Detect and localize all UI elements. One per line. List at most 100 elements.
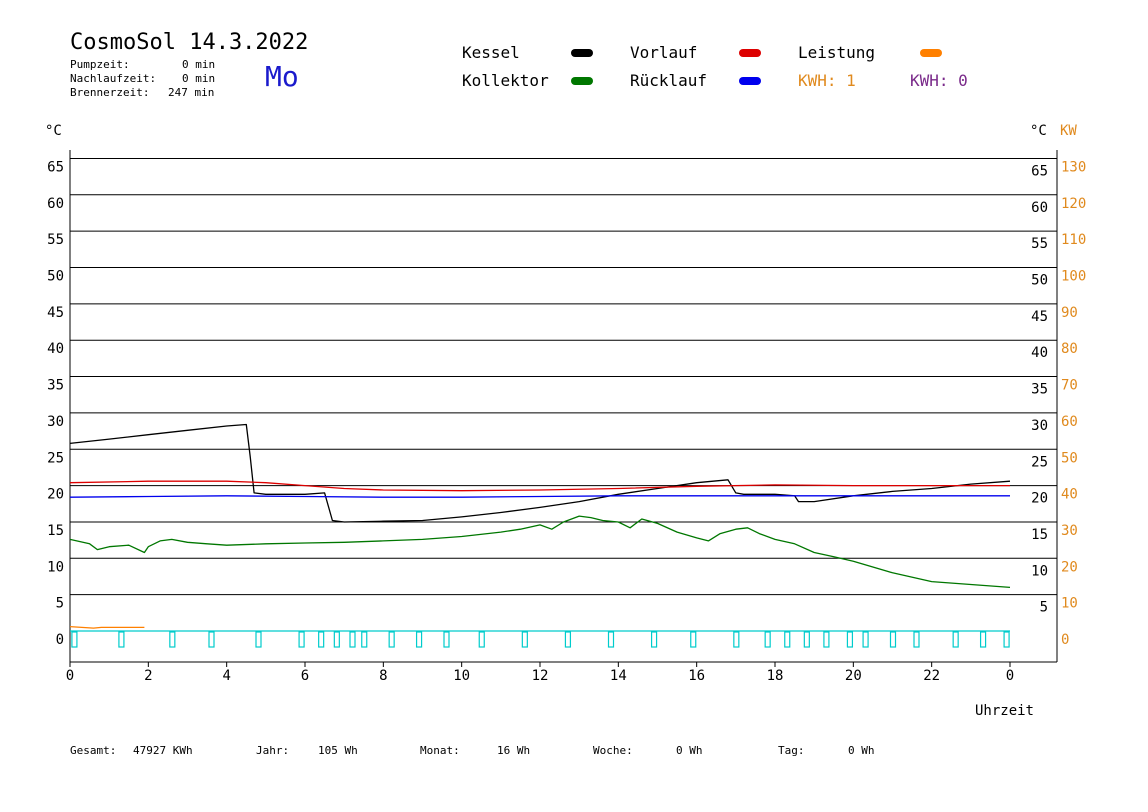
y-tick-label-left: 5 [56,596,64,612]
x-tick-label: 4 [222,668,230,684]
y-tick-label-right-kw: 0 [1061,632,1069,648]
pump-marker [979,631,987,648]
pump-marker [318,631,325,648]
y-axis-unit-right-c: °C [1030,123,1047,139]
x-tick-label: 22 [923,668,940,684]
y-tick-label-right-c: 65 [1031,163,1048,179]
footer-jahr-label: Jahr: [256,744,290,757]
pump-marker [889,631,897,648]
series-line-kessel [69,423,1011,523]
y-tick-label-right-c: 15 [1031,527,1048,543]
weekday-label: Mo [265,60,299,93]
pumpzeit-value: 0 min [182,58,216,71]
brennerzeit-value: 247 min [168,86,215,99]
pump-marker [71,631,78,648]
brennerzeit-label: Brennerzeit: [70,86,150,99]
footer-gesamt-label: Gesamt: [70,744,117,757]
y-tick-label-left: 0 [56,632,64,648]
x-tick-label: 14 [610,668,627,684]
y-tick-label-right-c: 10 [1031,563,1048,579]
footer-monat-label: Monat: [420,744,460,757]
x-tick-label: 6 [301,668,309,684]
y-tick-label-right-kw: 60 [1061,414,1078,430]
footer-woche-label: Woche: [593,744,633,757]
pump-marker [607,631,615,648]
y-tick-label-left: 45 [47,305,64,321]
footer-tag-label: Tag: [778,744,805,757]
nachlaufzeit-label: Nachlaufzeit: [70,72,157,85]
pump-marker [361,631,368,648]
y-tick-label-left: 65 [47,159,64,175]
footer-monat-value: 16 Wh [497,744,531,757]
y-tick-label-right-c: 50 [1031,273,1048,289]
pump-marker [803,631,810,648]
pump-marker [564,631,572,648]
footer-tag-value: 0 Wh [848,744,875,757]
pump-marker [862,631,869,648]
y-tick-label-right-c: 55 [1031,236,1048,252]
pump-marker [478,631,485,648]
pump-marker [388,631,395,648]
legend-leistung-label: Leistung [798,43,876,62]
legend-vorlauf-swatch [739,49,761,57]
footer-woche-value: 0 Wh [676,744,703,757]
pump-marker [952,631,959,648]
y-tick-label-right-kw: 40 [1061,487,1078,503]
x-tick-label: 12 [532,668,549,684]
x-tick-label: 16 [688,668,705,684]
y-tick-label-left: 35 [47,378,64,394]
legend-kwh-orange: KWH: 1 [798,71,856,90]
pump-marker [823,631,830,648]
x-tick-label: 2 [144,668,152,684]
pump-marker [255,631,262,648]
pump-marker [298,631,305,648]
y-tick-label-right-kw: 110 [1061,232,1086,248]
y-tick-label-left: 25 [47,450,64,466]
pump-marker [650,631,658,648]
legend-kollektor-swatch [571,77,593,85]
pump-marker [690,631,697,648]
x-tick-label: 0 [1006,668,1014,684]
y-tick-label-right-kw: 120 [1061,196,1086,212]
legend-ruecklauf-swatch [739,77,761,85]
pump-marker [913,631,920,648]
y-tick-label-right-kw: 10 [1061,596,1078,612]
y-tick-label-right-c: 60 [1031,200,1048,216]
y-tick-label-right-c: 25 [1031,454,1048,470]
pump-marker [333,631,340,648]
y-tick-label-right-kw: 70 [1061,378,1078,394]
page-title: CosmoSol 14.3.2022 [70,30,309,55]
y-tick-label-right-kw: 20 [1061,559,1078,575]
pump-marker [733,631,740,648]
y-tick-label-left: 10 [47,559,64,575]
pump-marker [118,631,125,648]
legend-kessel-swatch [571,49,593,57]
y-tick-label-left: 15 [47,523,64,539]
y-tick-label-right-c: 35 [1031,382,1048,398]
y-tick-label-left: 20 [47,487,64,503]
pump-marker [443,631,450,648]
series-line-leistung [69,625,145,629]
pump-marker [1003,631,1010,648]
pump-marker [169,631,176,648]
pump-marker [784,631,791,648]
y-tick-label-right-kw: 50 [1061,450,1078,466]
series-line-kollektor [69,515,1011,589]
legend-kwh-purple: KWH: 0 [910,71,968,90]
y-axis-unit-right-kw: KW [1060,123,1077,139]
y-tick-label-left: 55 [47,232,64,248]
y-tick-label-right-c: 45 [1031,309,1048,325]
y-axis-unit-left: °C [45,123,62,139]
y-tick-label-right-c: 20 [1031,491,1048,507]
legend-kessel-label: Kessel [462,43,520,62]
series-line-ruecklauf [69,495,1010,498]
pump-marker [208,631,215,648]
x-tick-label: 10 [453,668,470,684]
y-tick-label-right-kw: 100 [1061,269,1086,285]
pump-marker [764,631,771,648]
x-tick-label: 20 [845,668,862,684]
pump-marker [846,631,854,648]
y-tick-label-right-c: 40 [1031,345,1048,361]
x-axis-label: Uhrzeit [975,703,1034,719]
footer-gesamt-value: 47927 KWh [133,744,193,757]
